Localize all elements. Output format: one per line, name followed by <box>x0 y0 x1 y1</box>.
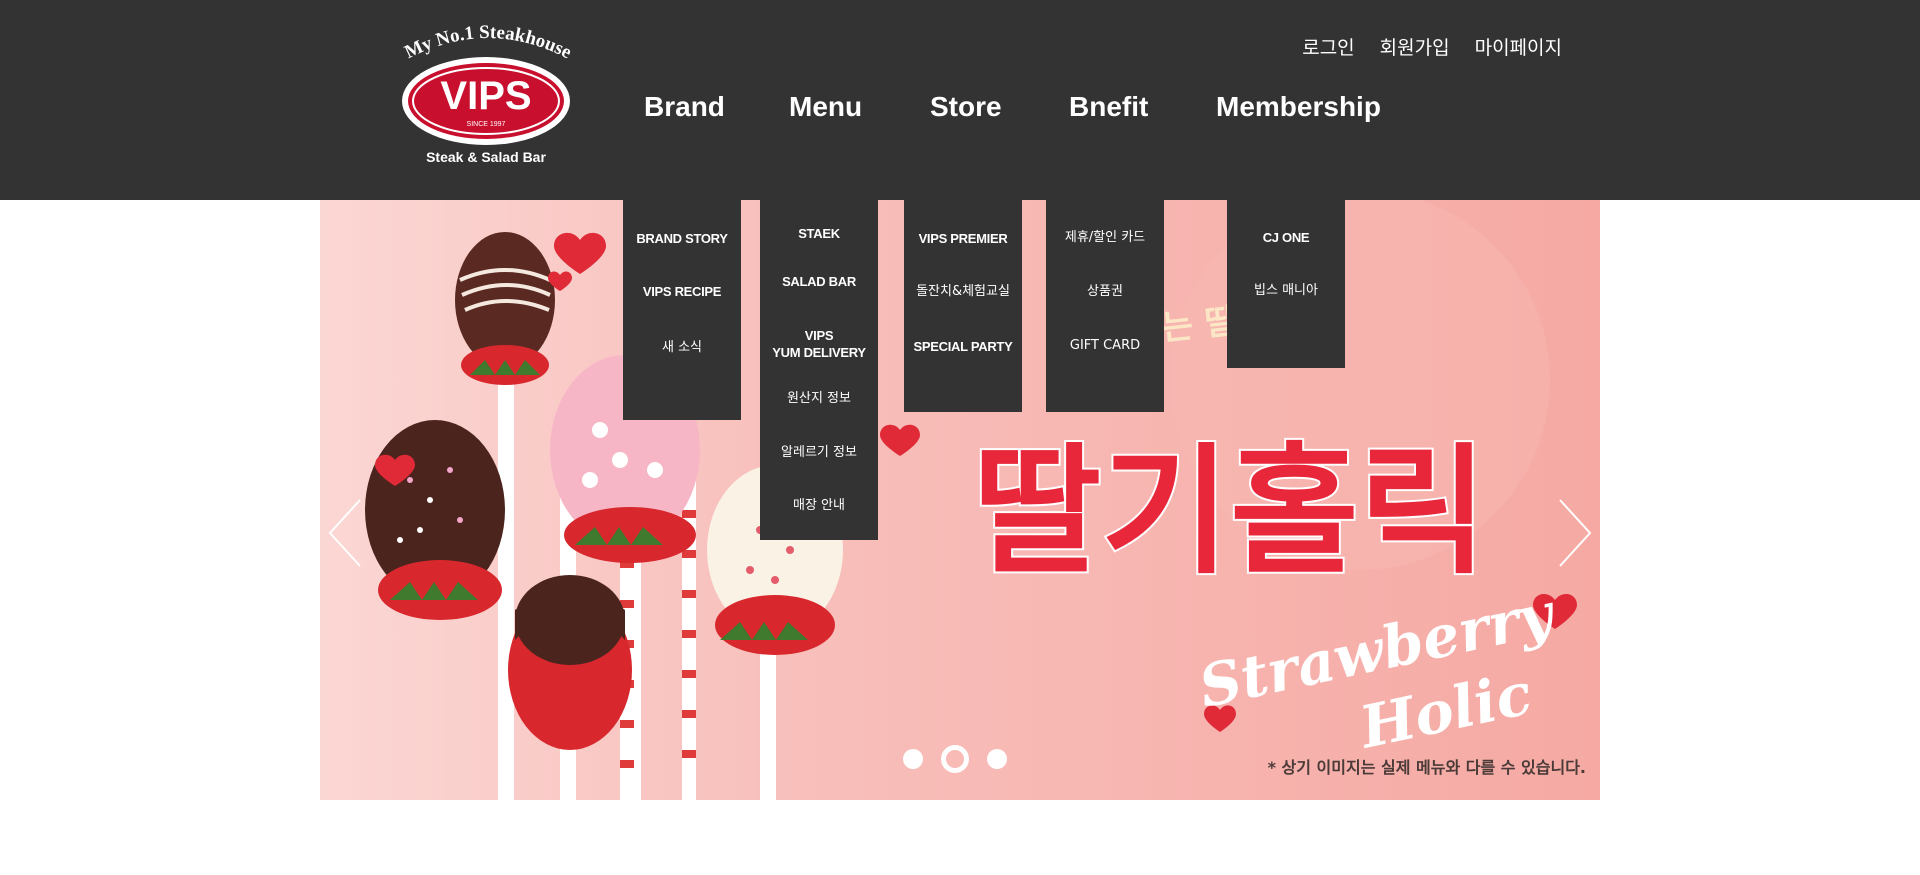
submenu-yum-delivery[interactable]: VIPS YUM DELIVERY <box>760 327 878 361</box>
banner-headline: 딸기홀릭 <box>972 431 1487 594</box>
login-link[interactable]: 로그인 <box>1302 33 1354 60</box>
logo-brand: VIPS <box>440 74 531 118</box>
submenu-store: VIPS PREMIER 돌잔치&체험교실 SPECIAL PARTY <box>904 200 1022 412</box>
chocolate-strawberry-2 <box>365 420 505 620</box>
submenu-vips-recipe[interactable]: VIPS RECIPE <box>623 283 741 300</box>
slide-dot-1[interactable] <box>903 749 923 769</box>
submenu-brand: BRAND STORY VIPS RECIPE 새 소식 <box>623 200 741 420</box>
heart-strawberry <box>508 575 632 750</box>
utility-nav: 로그인 회원가입 마이페이지 <box>1302 33 1562 60</box>
logo-tagline: My No.1 Steakhouse <box>402 22 575 63</box>
submenu-allergy-info[interactable]: 알레르기 정보 <box>760 444 878 461</box>
submenu-steak[interactable]: STAEK <box>760 225 878 242</box>
submenu-news[interactable]: 새 소식 <box>623 339 741 356</box>
mypage-link[interactable]: 마이페이지 <box>1475 33 1562 60</box>
submenu-store-guide[interactable]: 매장 안내 <box>760 497 878 514</box>
submenu-membership: CJ ONE 빕스 매니아 <box>1227 200 1345 368</box>
vips-logo[interactable]: My No.1 Steakhouse VIPS SINCE 1997 Steak… <box>398 22 578 168</box>
submenu-vips-mania[interactable]: 빕스 매니아 <box>1227 282 1345 299</box>
nav-benefit[interactable]: Bnefit <box>1069 91 1148 123</box>
nav-brand[interactable]: Brand <box>644 91 725 123</box>
nav-menu[interactable]: Menu <box>789 91 862 123</box>
nav-store[interactable]: Store <box>930 91 1002 123</box>
prev-slide-arrow-icon[interactable] <box>326 498 366 568</box>
submenu-cj-one[interactable]: CJ ONE <box>1227 229 1345 246</box>
submenu-partner-card[interactable]: 제휴/할인 카드 <box>1046 229 1164 246</box>
submenu-benefit: 제휴/할인 카드 상품권 GIFT CARD <box>1046 200 1164 412</box>
site-header: My No.1 Steakhouse VIPS SINCE 1997 Steak… <box>0 0 1920 200</box>
logo-sub: Steak & Salad Bar <box>426 149 546 165</box>
submenu-gift-card[interactable]: GIFT CARD <box>1046 337 1164 354</box>
submenu-voucher[interactable]: 상품권 <box>1046 283 1164 300</box>
logo-since: SINCE 1997 <box>467 121 506 128</box>
slide-pagination <box>903 745 1007 773</box>
chocolate-strawberry-1 <box>455 232 555 385</box>
banner-disclaimer: * 상기 이미지는 실제 메뉴와 다를 수 있습니다. <box>1267 758 1586 777</box>
slide-dot-2-active[interactable] <box>941 745 969 773</box>
submenu-menu: STAEK SALAD BAR VIPS YUM DELIVERY 원산지 정보… <box>760 200 878 540</box>
svg-text:My No.1 Steakhouse: My No.1 Steakhouse <box>402 22 575 63</box>
slide-dot-3[interactable] <box>987 749 1007 769</box>
next-slide-arrow-icon[interactable] <box>1554 498 1594 568</box>
nav-membership[interactable]: Membership <box>1216 91 1381 123</box>
submenu-origin-info[interactable]: 원산지 정보 <box>760 390 878 407</box>
submenu-party-class[interactable]: 돌잔치&체험교실 <box>904 283 1022 300</box>
signup-link[interactable]: 회원가입 <box>1380 33 1450 60</box>
submenu-brand-story[interactable]: BRAND STORY <box>623 230 741 247</box>
submenu-vips-premier[interactable]: VIPS PREMIER <box>904 230 1022 247</box>
submenu-special-party[interactable]: SPECIAL PARTY <box>904 338 1022 355</box>
submenu-salad-bar[interactable]: SALAD BAR <box>760 273 878 290</box>
